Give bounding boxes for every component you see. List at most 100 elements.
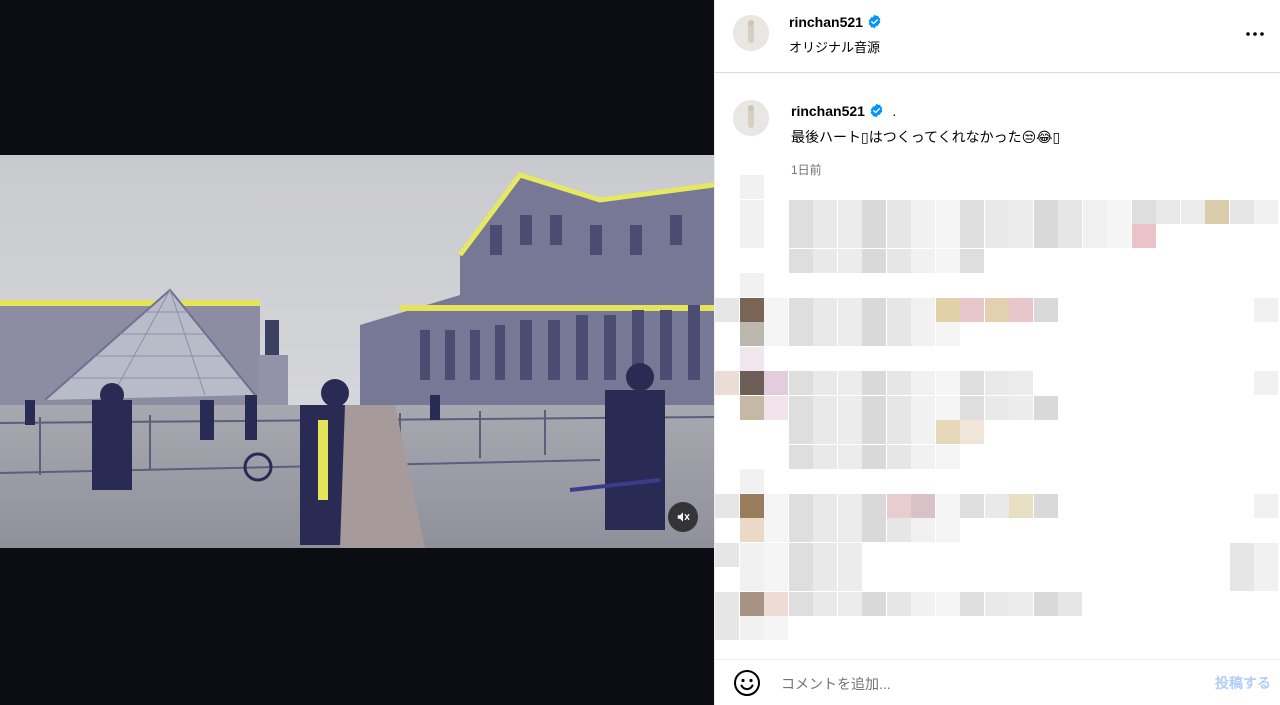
blur-pixel — [813, 591, 837, 616]
post-detail-panel: rinchan521 オリジナル音源 rinchan521 . 最後ハート▯はつ… — [714, 0, 1280, 705]
blur-pixel — [715, 297, 739, 322]
comment-bar: 投稿する — [715, 659, 1280, 705]
blur-pixel — [935, 199, 960, 224]
blur-pixel — [764, 591, 788, 616]
media-panel — [0, 0, 714, 705]
blur-pixel — [1033, 224, 1058, 248]
blur-pixel — [1033, 591, 1058, 616]
blur-pixel — [935, 224, 960, 248]
blur-pixel — [813, 224, 837, 248]
blur-pixel — [1009, 493, 1033, 518]
blur-pixel — [935, 493, 960, 518]
blur-pixel — [862, 591, 886, 616]
audio-label[interactable]: オリジナル音源 — [789, 37, 880, 56]
blur-pixel — [911, 420, 935, 444]
blur-pixel — [788, 591, 813, 616]
blur-pixel — [1254, 493, 1278, 518]
blur-pixel — [886, 493, 911, 518]
blur-pixel — [1254, 542, 1278, 567]
blur-pixel — [715, 616, 739, 640]
blur-pixel — [960, 395, 984, 420]
post-header: rinchan521 オリジナル音源 — [715, 0, 1280, 73]
blur-pixel — [715, 493, 739, 518]
caption-dot: . — [892, 103, 897, 119]
blur-pixel — [911, 199, 935, 224]
blur-pixel — [935, 371, 960, 395]
blur-pixel — [960, 224, 984, 248]
blur-pixel — [1107, 224, 1131, 248]
blur-pixel — [739, 567, 764, 591]
blur-pixel — [886, 444, 911, 469]
blur-pixel — [911, 371, 935, 395]
blur-pixel — [960, 199, 984, 224]
caption-username-link[interactable]: rinchan521 — [791, 103, 865, 119]
blur-pixel — [739, 175, 764, 199]
blur-pixel — [886, 518, 911, 542]
blur-pixel — [1180, 199, 1205, 224]
blur-pixel — [960, 371, 984, 395]
emoji-picker-icon[interactable] — [733, 669, 761, 697]
blur-pixel — [886, 395, 911, 420]
mute-toggle-button[interactable] — [668, 502, 698, 532]
blur-pixel — [764, 567, 788, 591]
blur-pixel — [935, 248, 960, 273]
more-options-icon[interactable] — [1243, 22, 1267, 46]
blur-pixel — [739, 469, 764, 493]
blur-pixel — [935, 395, 960, 420]
blur-pixel — [739, 273, 764, 297]
blur-pixel — [739, 297, 764, 322]
blur-pixel — [960, 248, 984, 273]
blur-pixel — [813, 297, 837, 322]
username-link[interactable]: rinchan521 — [789, 14, 863, 30]
blur-pixel — [911, 224, 935, 248]
reel-video[interactable] — [0, 155, 714, 548]
blur-pixel — [1058, 224, 1082, 248]
blur-pixel — [862, 199, 886, 224]
blur-pixel — [862, 322, 886, 346]
blur-pixel — [1131, 199, 1156, 224]
blur-pixel — [960, 493, 984, 518]
blur-pixel — [886, 248, 911, 273]
blur-pixel — [1156, 199, 1180, 224]
blur-pixel — [837, 248, 862, 273]
blur-pixel — [886, 371, 911, 395]
blur-pixel — [911, 444, 935, 469]
blur-pixel — [764, 616, 788, 640]
blur-pixel — [764, 542, 788, 567]
blur-pixel — [739, 322, 764, 346]
verified-badge-icon — [867, 14, 882, 34]
blur-pixel — [788, 567, 813, 591]
blur-pixel — [813, 493, 837, 518]
blur-pixel — [788, 518, 813, 542]
blur-pixel — [739, 395, 764, 420]
blur-pixel — [911, 493, 935, 518]
blur-pixel — [837, 567, 862, 591]
blur-pixel — [911, 395, 935, 420]
blur-pixel — [1229, 567, 1254, 591]
blur-pixel — [1205, 199, 1229, 224]
avatar[interactable] — [733, 15, 769, 51]
blur-pixel — [1229, 542, 1254, 567]
blur-pixel — [984, 395, 1009, 420]
blur-pixel — [837, 518, 862, 542]
blur-pixel — [1009, 224, 1033, 248]
blur-pixel — [935, 518, 960, 542]
blur-pixel — [984, 199, 1009, 224]
blur-pixel — [739, 346, 764, 371]
blur-pixel — [813, 199, 837, 224]
caption-avatar[interactable] — [733, 100, 769, 136]
post-comment-button[interactable]: 投稿する — [1215, 673, 1271, 693]
comment-input[interactable] — [779, 671, 1183, 697]
blur-pixel — [1254, 199, 1278, 224]
blur-pixel — [813, 518, 837, 542]
blur-pixel — [788, 322, 813, 346]
blur-pixel — [813, 371, 837, 395]
blur-pixel — [837, 444, 862, 469]
blur-pixel — [862, 444, 886, 469]
blur-pixel — [960, 591, 984, 616]
blur-pixel — [984, 371, 1009, 395]
blur-pixel — [960, 420, 984, 444]
blur-pixel — [813, 542, 837, 567]
blur-pixel — [911, 297, 935, 322]
blur-pixel — [911, 248, 935, 273]
